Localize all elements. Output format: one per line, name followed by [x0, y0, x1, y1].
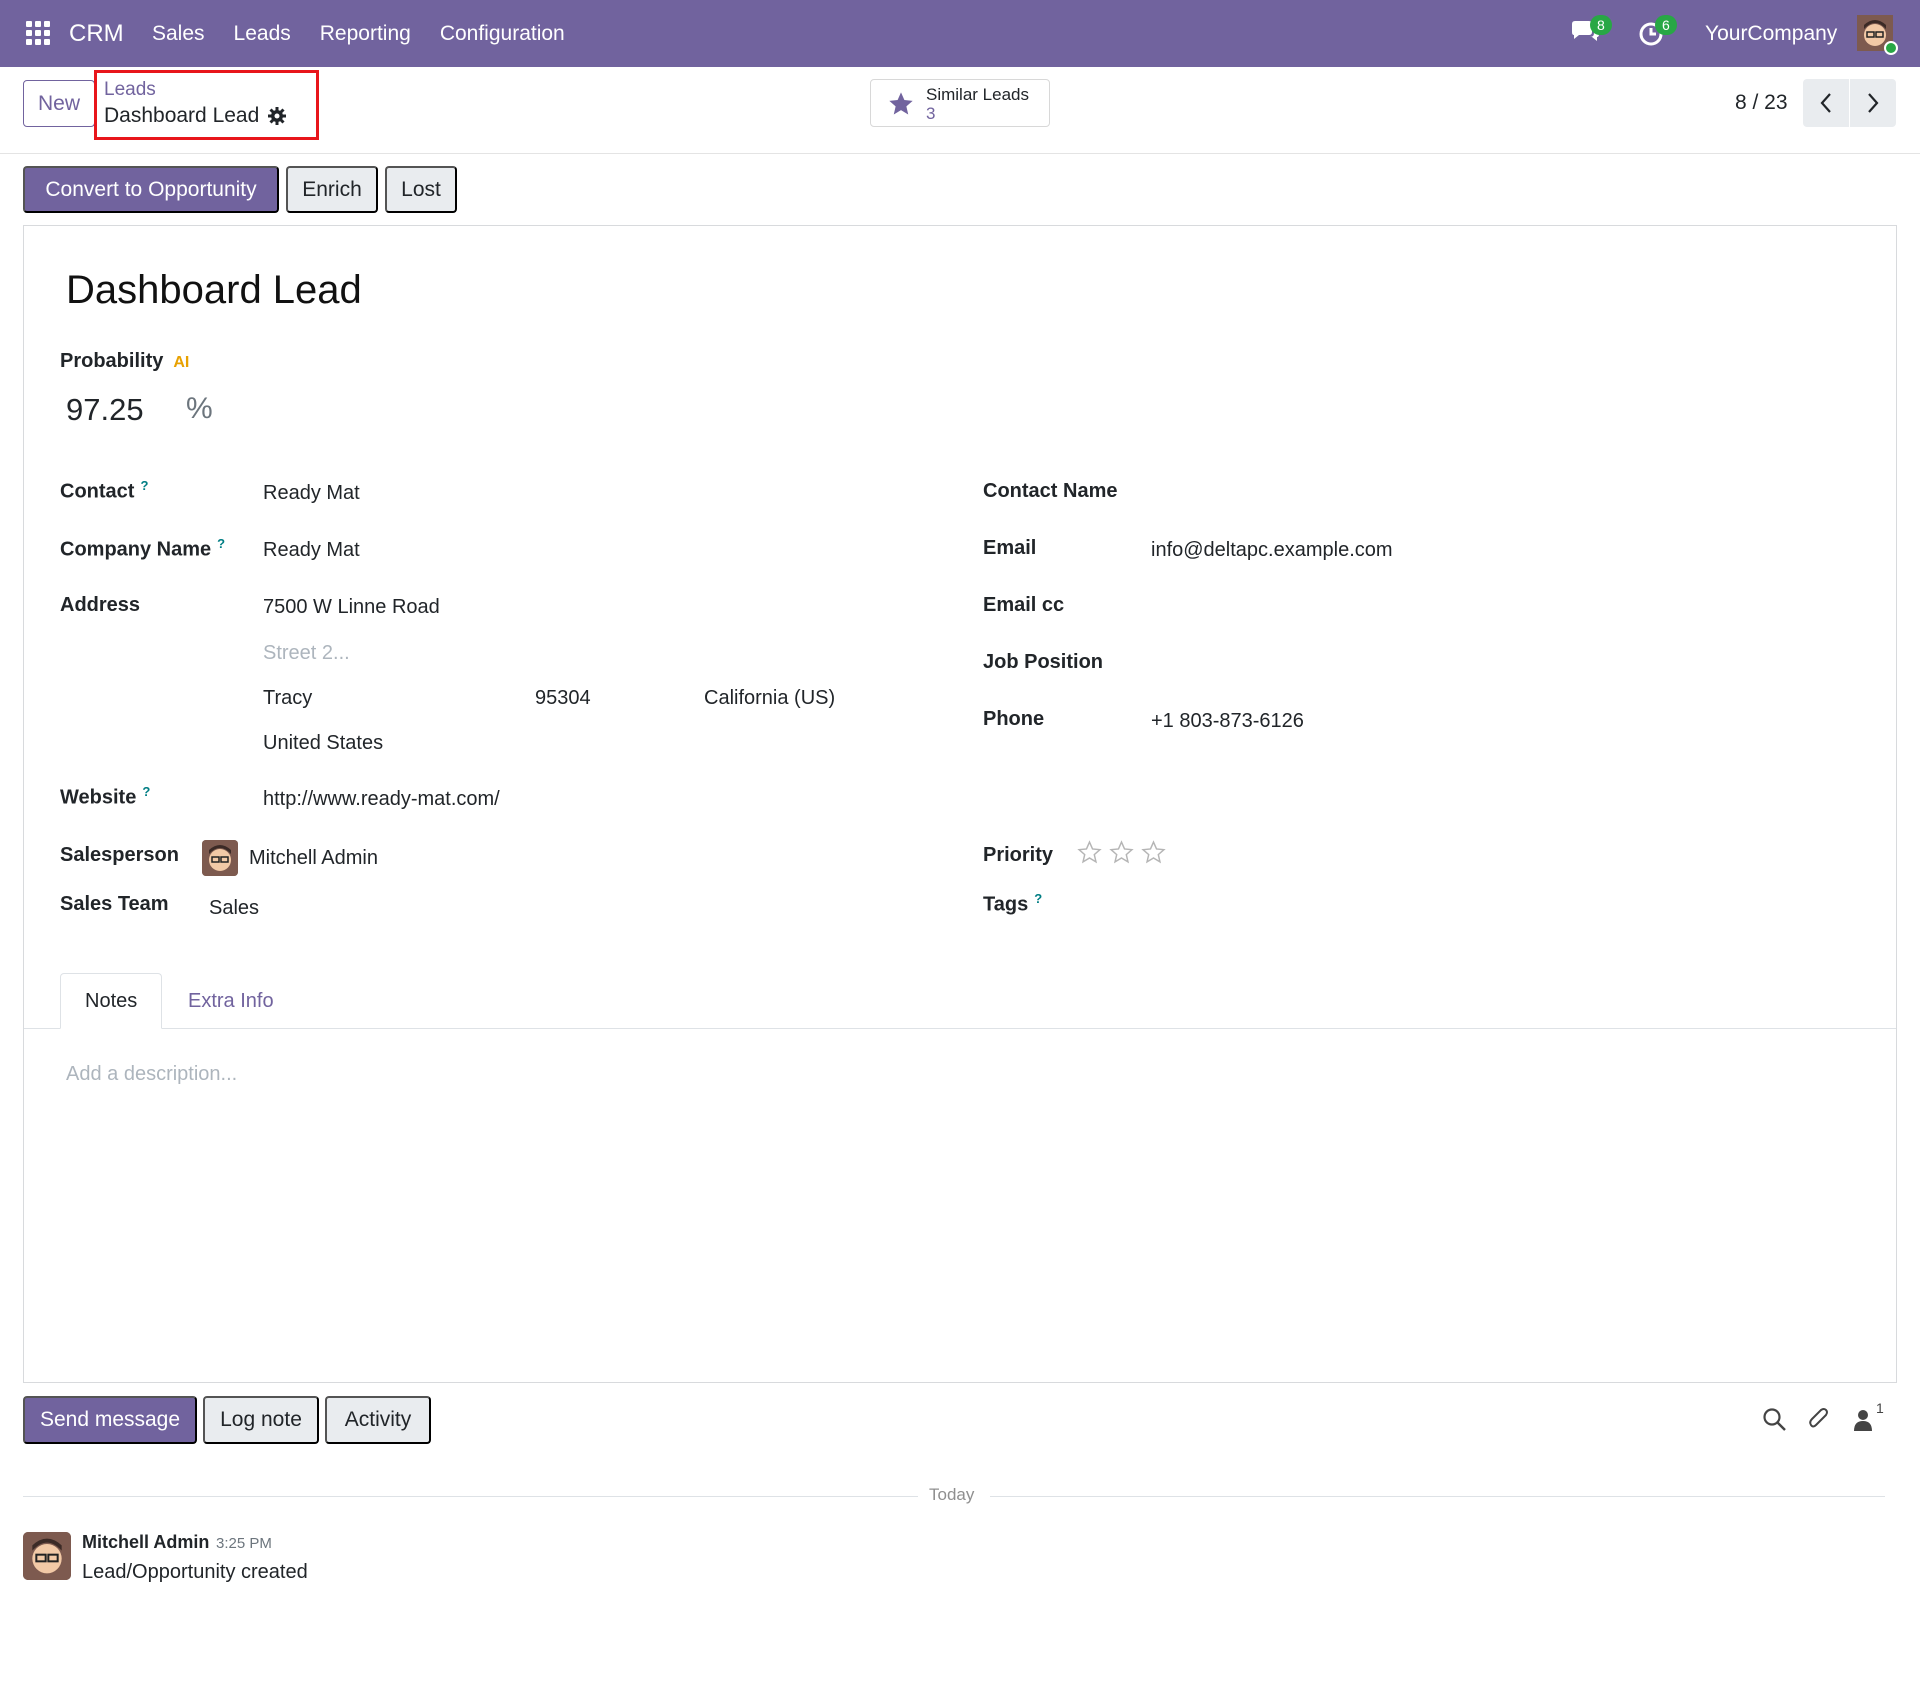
email-label: Email	[983, 537, 1037, 559]
company-name-field[interactable]: Ready Mat	[263, 539, 360, 562]
activity-button[interactable]: Activity	[325, 1396, 431, 1444]
ai-icon[interactable]: AI	[173, 354, 189, 372]
control-panel: New Leads Dashboard Lead Similar Leads 3…	[0, 67, 1920, 154]
state-field[interactable]: California (US)	[704, 687, 835, 710]
message-body: Lead/Opportunity created	[82, 1561, 308, 1583]
priority-widget	[1077, 840, 1166, 865]
lead-title[interactable]: Dashboard Lead	[66, 268, 362, 313]
notebook-tabs: Notes Extra Info	[24, 973, 1896, 1029]
gear-icon[interactable]	[267, 106, 287, 126]
company-name-label: Company Name?	[60, 536, 225, 562]
salesperson-avatar	[202, 840, 238, 876]
message-author-avatar[interactable]	[23, 1532, 71, 1580]
followers-count: 1	[1876, 1400, 1884, 1416]
probability-label-text: Probability	[60, 350, 164, 372]
tags-label-text: Tags	[983, 893, 1029, 916]
main-menu: Sales Leads Reporting Configuration	[152, 22, 565, 46]
phone-label: Phone	[983, 708, 1045, 730]
date-divider-left	[23, 1496, 918, 1497]
company-name-help-icon[interactable]: ?	[217, 536, 225, 551]
contact-label-text: Contact	[60, 480, 135, 503]
tab-notes[interactable]: Notes	[60, 973, 163, 1029]
similar-leads-button[interactable]: Similar Leads 3	[870, 79, 1050, 127]
sales-team-label: Sales Team	[60, 893, 169, 915]
convert-to-opportunity-button[interactable]: Convert to Opportunity	[23, 166, 279, 213]
contact-label: Contact?	[60, 478, 148, 504]
author-face-icon	[23, 1532, 71, 1580]
tags-label: Tags?	[983, 891, 1042, 917]
breadcrumb-parent-leads[interactable]: Leads	[104, 79, 156, 101]
lost-button[interactable]: Lost	[385, 166, 457, 213]
description-field[interactable]: Add a description...	[66, 1063, 237, 1086]
chevron-right-icon	[1868, 93, 1879, 113]
menu-configuration[interactable]: Configuration	[440, 22, 565, 46]
star-icon	[889, 92, 913, 115]
priority-star-2-icon[interactable]	[1109, 840, 1134, 865]
zip-field[interactable]: 95304	[535, 687, 591, 710]
pager-next-button[interactable]	[1850, 79, 1896, 127]
menu-leads[interactable]: Leads	[234, 22, 291, 46]
message-time: 3:25 PM	[216, 1535, 272, 1552]
salesperson-field[interactable]: Mitchell Admin	[249, 847, 378, 870]
menu-reporting[interactable]: Reporting	[320, 22, 411, 46]
followers-icon[interactable]	[1851, 1406, 1879, 1434]
tab-extra-info[interactable]: Extra Info	[164, 973, 298, 1029]
contact-field[interactable]: Ready Mat	[263, 482, 360, 505]
contact-name-label: Contact Name	[983, 480, 1118, 502]
user-avatar[interactable]	[1857, 15, 1898, 55]
similar-leads-label: Similar Leads	[926, 85, 1029, 104]
website-label-text: Website	[60, 786, 137, 809]
salesperson-label: Salesperson	[60, 844, 179, 866]
activities-badge: 6	[1655, 15, 1677, 35]
app-brand[interactable]: CRM	[69, 20, 124, 48]
street2-field[interactable]: Street 2...	[263, 642, 350, 665]
online-status-dot	[1884, 41, 1898, 55]
date-divider-right	[990, 1496, 1885, 1497]
probability-unit: %	[186, 392, 213, 425]
probability-input[interactable]: 97.25	[66, 392, 144, 428]
website-label: Website?	[60, 784, 150, 810]
pager-value[interactable]: 8 / 23	[1735, 91, 1788, 115]
paperclip-icon[interactable]	[1806, 1406, 1834, 1434]
enrich-button[interactable]: Enrich	[286, 166, 378, 213]
similar-leads-count: 3	[926, 104, 936, 123]
website-help-icon[interactable]: ?	[142, 784, 150, 799]
probability-label: Probability AI	[60, 350, 189, 373]
tags-help-icon[interactable]: ?	[1034, 891, 1042, 906]
messages-badge: 8	[1590, 15, 1612, 35]
top-navbar: CRM Sales Leads Reporting Configuration …	[0, 0, 1920, 67]
priority-star-1-icon[interactable]	[1077, 840, 1102, 865]
company-switcher[interactable]: YourCompany	[1705, 22, 1837, 46]
breadcrumb-current-label: Dashboard Lead	[104, 104, 260, 127]
menu-sales[interactable]: Sales	[152, 22, 205, 46]
search-icon[interactable]	[1761, 1406, 1789, 1434]
email-cc-label: Email cc	[983, 594, 1065, 616]
street-field[interactable]: 7500 W Linne Road	[263, 596, 440, 619]
sales-team-field[interactable]: Sales	[209, 897, 259, 920]
new-button[interactable]: New	[23, 80, 95, 127]
pager-previous-button[interactable]	[1803, 79, 1849, 127]
contact-help-icon[interactable]: ?	[140, 478, 148, 493]
email-field[interactable]: info@deltapc.example.com	[1151, 539, 1393, 562]
priority-label: Priority	[983, 844, 1054, 866]
city-field[interactable]: Tracy	[263, 687, 312, 710]
breadcrumb-current: Dashboard Lead	[104, 104, 287, 128]
chevron-left-icon	[1820, 93, 1831, 113]
date-separator: Today	[929, 1485, 975, 1504]
website-field[interactable]: http://www.ready-mat.com/	[263, 788, 500, 811]
job-position-label: Job Position	[983, 651, 1103, 673]
log-note-button[interactable]: Log note	[203, 1396, 319, 1444]
apps-menu-icon[interactable]	[26, 21, 50, 45]
message-author[interactable]: Mitchell Admin	[82, 1532, 209, 1553]
company-name-label-text: Company Name	[60, 538, 212, 561]
address-label: Address	[60, 594, 141, 616]
send-message-button[interactable]: Send message	[23, 1396, 197, 1444]
phone-field[interactable]: +1 803-873-6126	[1151, 710, 1304, 733]
salesperson-face-icon	[202, 840, 238, 876]
country-field[interactable]: United States	[263, 732, 383, 755]
priority-star-3-icon[interactable]	[1141, 840, 1166, 865]
